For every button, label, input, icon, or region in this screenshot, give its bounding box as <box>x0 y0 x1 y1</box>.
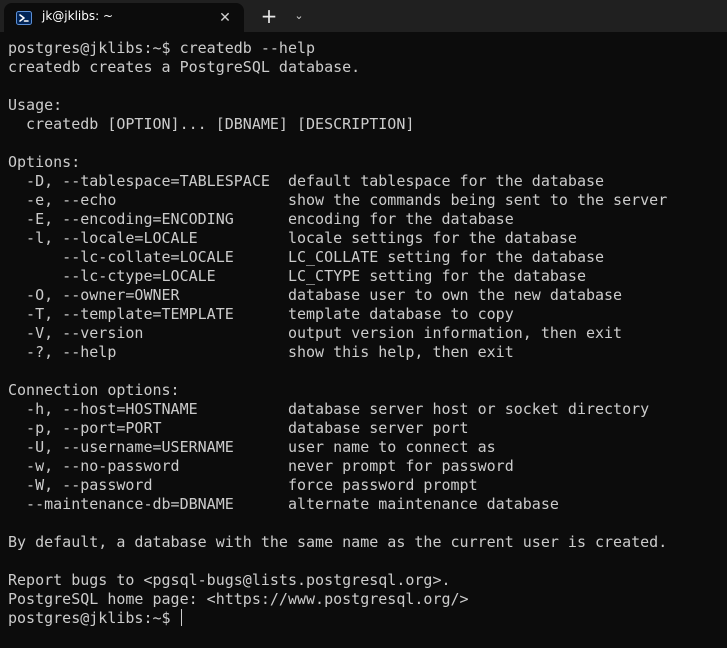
terminal-line: PostgreSQL home page: <https://www.postg… <box>8 590 469 608</box>
prompt-text: postgres@jklibs:~$ <box>8 609 180 627</box>
terminal-line: -U, --username=USERNAME user name to con… <box>8 438 496 456</box>
terminal-line: -e, --echo show the commands being sent … <box>8 191 668 209</box>
terminal-line: -E, --encoding=ENCODING encoding for the… <box>8 210 514 228</box>
terminal-line: --maintenance-db=DBNAME alternate mainte… <box>8 495 559 513</box>
terminal-line: createdb creates a PostgreSQL database. <box>8 58 361 76</box>
terminal-icon <box>16 10 32 26</box>
terminal-line: -W, --password force password prompt <box>8 476 478 494</box>
terminal-line: -l, --locale=LOCALE locale settings for … <box>8 229 577 247</box>
terminal-window: jk@jklibs: ~ ✕ + ⌄ postgres@jklibs:~$ cr… <box>0 0 727 648</box>
terminal-output[interactable]: postgres@jklibs:~$ createdb --help create… <box>8 39 723 639</box>
terminal-line: -w, --no-password never prompt for passw… <box>8 457 514 475</box>
terminal-line: -D, --tablespace=TABLESPACE default tabl… <box>8 172 605 190</box>
terminal-line: -O, --owner=OWNER database user to own t… <box>8 286 623 304</box>
terminal-line: -V, --version output version information… <box>8 324 623 342</box>
terminal-line: --lc-collate=LOCALE LC_COLLATE setting f… <box>8 248 605 266</box>
tab-title: jk@jklibs: ~ <box>42 9 114 23</box>
terminal-line: -p, --port=PORT database server port <box>8 419 469 437</box>
terminal-line: postgres@jklibs:~$ createdb --help <box>8 39 316 57</box>
terminal-line: -?, --help show this help, then exit <box>8 343 514 361</box>
terminal-line: By default, a database with the same nam… <box>8 533 668 551</box>
terminal-line: -T, --template=TEMPLATE template databas… <box>8 305 514 323</box>
terminal-line: -h, --host=HOSTNAME database server host… <box>8 400 650 418</box>
title-bar: jk@jklibs: ~ ✕ + ⌄ <box>0 0 727 32</box>
terminal-line: Options: <box>8 153 81 171</box>
text-cursor <box>180 609 182 626</box>
terminal-line: createdb [OPTION]... [DBNAME] [DESCRIPTI… <box>8 115 415 133</box>
terminal-line: --lc-ctype=LOCALE LC_CTYPE setting for t… <box>8 267 586 285</box>
prompt-line[interactable]: postgres@jklibs:~$ <box>8 609 723 628</box>
chevron-down-icon[interactable]: ⌄ <box>289 5 309 27</box>
tab-active[interactable]: jk@jklibs: ~ ✕ <box>4 3 244 32</box>
terminal-line: Connection options: <box>8 381 180 399</box>
new-tab-button[interactable]: + <box>258 5 280 27</box>
terminal-line: Usage: <box>8 96 63 114</box>
terminal-line: Report bugs to <pgsql-bugs@lists.postgre… <box>8 571 451 589</box>
close-icon[interactable]: ✕ <box>216 9 234 27</box>
